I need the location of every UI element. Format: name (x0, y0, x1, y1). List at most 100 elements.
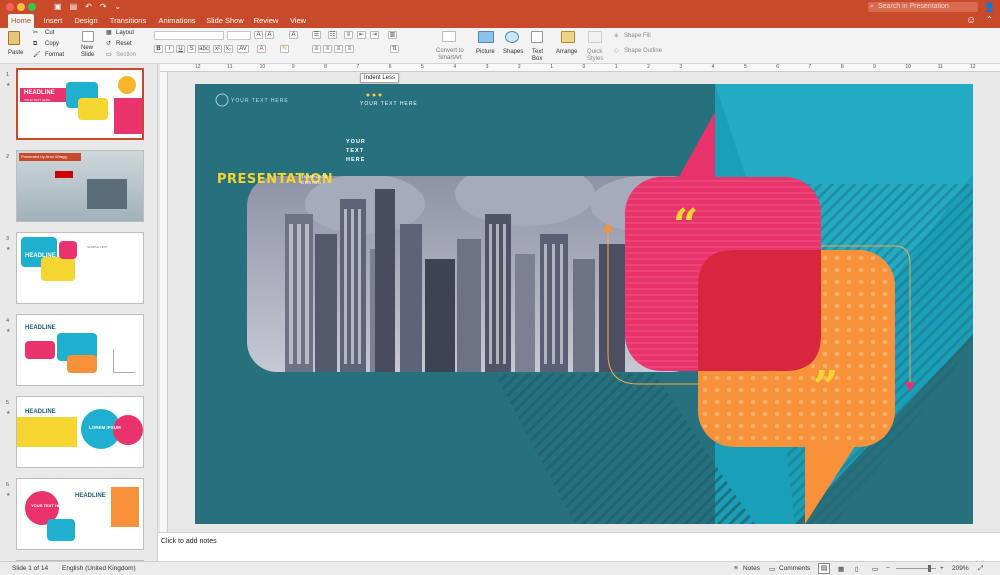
shape-fill-button[interactable]: Shape Fill (624, 33, 651, 40)
indent-more-icon[interactable]: ⇥ (370, 31, 379, 39)
paste-icon[interactable] (8, 31, 20, 45)
align-right-icon[interactable]: ≡ (334, 45, 343, 53)
slide-thumbnail-1[interactable]: HEADLINE YOUR TEXT HERE (16, 68, 144, 140)
shape-fill-icon[interactable]: ◈ (614, 33, 619, 40)
slide-top-left-text[interactable]: YOUR TEXT HERE (231, 98, 289, 104)
picture-icon[interactable] (478, 31, 494, 43)
slide-show-icon[interactable]: ▭ (872, 565, 878, 573)
quick-styles-icon[interactable] (588, 31, 602, 43)
underline-icon[interactable]: U (176, 45, 185, 53)
font-color-icon[interactable]: A (257, 45, 266, 53)
search-input[interactable]: ⌕ Search in Presentation (868, 2, 978, 12)
columns-icon[interactable]: ▥ (388, 31, 397, 39)
sidebar-toggle-icon[interactable]: ▣ (54, 2, 62, 12)
shapes-icon[interactable] (505, 31, 519, 43)
new-slide-label-1[interactable]: New (81, 45, 93, 52)
reading-view-icon[interactable]: ▯ (855, 565, 859, 573)
shapes-button[interactable]: Shapes (503, 49, 523, 56)
tab-insert[interactable]: Insert (40, 14, 66, 28)
new-slide-icon[interactable] (82, 31, 94, 42)
reset-icon[interactable]: ↺ (106, 41, 111, 48)
numbering-icon[interactable]: ☷ (328, 31, 337, 39)
tab-design[interactable]: Design (72, 14, 100, 28)
highlight-color-icon[interactable]: ✎ (280, 45, 289, 53)
tab-transitions[interactable]: Transitions (106, 14, 150, 28)
font-family-dropdown[interactable] (154, 31, 224, 40)
slide-thumbnail-2[interactable]: Presented by Aron Wragg (16, 150, 144, 222)
zoom-in-icon[interactable]: + (940, 565, 944, 572)
align-left-icon[interactable]: ≡ (312, 45, 321, 53)
bullets-icon[interactable]: ☰ (312, 31, 321, 39)
zoom-out-icon[interactable]: − (886, 565, 890, 572)
justify-icon[interactable]: ≡ (345, 45, 354, 53)
format-painter-button[interactable]: Format (45, 52, 64, 59)
character-spacing-icon[interactable]: AV (237, 45, 249, 53)
notes-button[interactable]: Notes (743, 565, 760, 572)
copy-icon[interactable]: ⧉ (33, 41, 37, 48)
arrange-icon[interactable] (561, 31, 575, 43)
align-center-icon[interactable]: ≡ (323, 45, 332, 53)
tab-view[interactable]: View (286, 14, 310, 28)
slide-title-caption[interactable]: TEMPLATE DESIGN (301, 174, 328, 186)
section-button[interactable]: Section (116, 52, 136, 59)
shadow-icon[interactable]: S (187, 45, 196, 53)
zoom-window-button[interactable] (28, 3, 36, 11)
indent-less-icon[interactable]: ⇤ (357, 31, 366, 39)
layout-button[interactable]: Layout (116, 30, 134, 37)
undo-icon[interactable]: ↶ (85, 2, 92, 12)
slide-top-center-text[interactable]: YOUR TEXT HERE (360, 101, 418, 107)
minimize-window-button[interactable] (17, 3, 25, 11)
reset-button[interactable]: Reset (116, 41, 132, 48)
convert-smartart-label-1[interactable]: Convert to (436, 48, 464, 55)
line-spacing-icon[interactable]: ≡ (344, 31, 353, 39)
text-box-label-1[interactable]: Text (532, 49, 543, 56)
section-icon[interactable]: ▭ (106, 52, 112, 59)
tab-animations[interactable]: Animations (155, 14, 199, 28)
tab-review[interactable]: Review (251, 14, 281, 28)
copy-button[interactable]: Copy (45, 41, 59, 48)
cut-icon[interactable]: ✂ (33, 30, 38, 37)
text-box-icon[interactable] (531, 31, 543, 43)
customize-toolbar-icon[interactable]: ⌄ (115, 2, 122, 12)
text-direction-icon[interactable]: ⇅ (390, 45, 399, 53)
redo-icon[interactable]: ↷ (100, 2, 107, 12)
decrease-font-size-icon[interactable]: A (265, 31, 274, 39)
slide-stacked-text[interactable]: YOUR TEXT HERE (346, 138, 366, 165)
comments-button[interactable]: Comments (779, 565, 810, 572)
shape-outline-button[interactable]: Shape Outline (624, 48, 662, 55)
layout-icon[interactable]: ▦ (106, 30, 112, 37)
notes-pane[interactable]: Click to add notes (158, 532, 1000, 561)
increase-font-size-icon[interactable]: A (254, 31, 263, 39)
slide-thumbnail-panel[interactable]: 1 ★ HEADLINE YOUR TEXT HERE 2 Presented … (0, 64, 158, 561)
share-person-icon[interactable]: 👤 (984, 2, 995, 12)
normal-view-icon[interactable]: ▤ (818, 563, 830, 574)
zoom-slider-thumb[interactable] (928, 565, 931, 572)
superscript-icon[interactable]: x² (213, 45, 222, 53)
tab-home[interactable]: Home (8, 14, 34, 28)
smartart-icon[interactable] (442, 31, 456, 42)
slide-sorter-icon[interactable]: ▦ (838, 565, 844, 573)
feedback-smiley-icon[interactable]: ☺ (966, 15, 976, 26)
slide-thumbnail-4[interactable]: HEADLINE (16, 314, 144, 386)
language-indicator[interactable]: English (United Kingdom) (62, 565, 136, 572)
cut-button[interactable]: Cut (45, 30, 54, 37)
picture-button[interactable]: Picture (476, 49, 495, 56)
new-slide-label-2[interactable]: Slide (81, 52, 94, 59)
tab-slide-show[interactable]: Slide Show (204, 14, 246, 28)
italic-icon[interactable]: I (165, 45, 174, 53)
paste-button[interactable]: Paste (8, 50, 23, 57)
font-size-dropdown[interactable] (227, 31, 251, 40)
format-painter-icon[interactable]: 🖌 (33, 52, 41, 59)
save-icon[interactable]: ▤ (70, 2, 78, 12)
notes-icon[interactable]: ≡ (734, 565, 738, 572)
convert-smartart-label-2[interactable]: SmartArt (438, 55, 462, 62)
shape-outline-icon[interactable]: ◇ (614, 48, 619, 55)
collapse-ribbon-icon[interactable]: ⌃ (986, 15, 993, 24)
arrange-button[interactable]: Arrange (556, 49, 577, 56)
bold-icon[interactable]: B (154, 45, 163, 53)
zoom-level[interactable]: 209% (952, 565, 969, 572)
slide-canvas[interactable]: YOUR TEXT HERE YOUR TEXT HERE YOUR TEXT … (195, 84, 973, 524)
quick-styles-label-2[interactable]: Styles (587, 56, 603, 63)
clear-formatting-icon[interactable]: A (289, 31, 298, 39)
comments-icon[interactable]: ▭ (769, 565, 775, 573)
